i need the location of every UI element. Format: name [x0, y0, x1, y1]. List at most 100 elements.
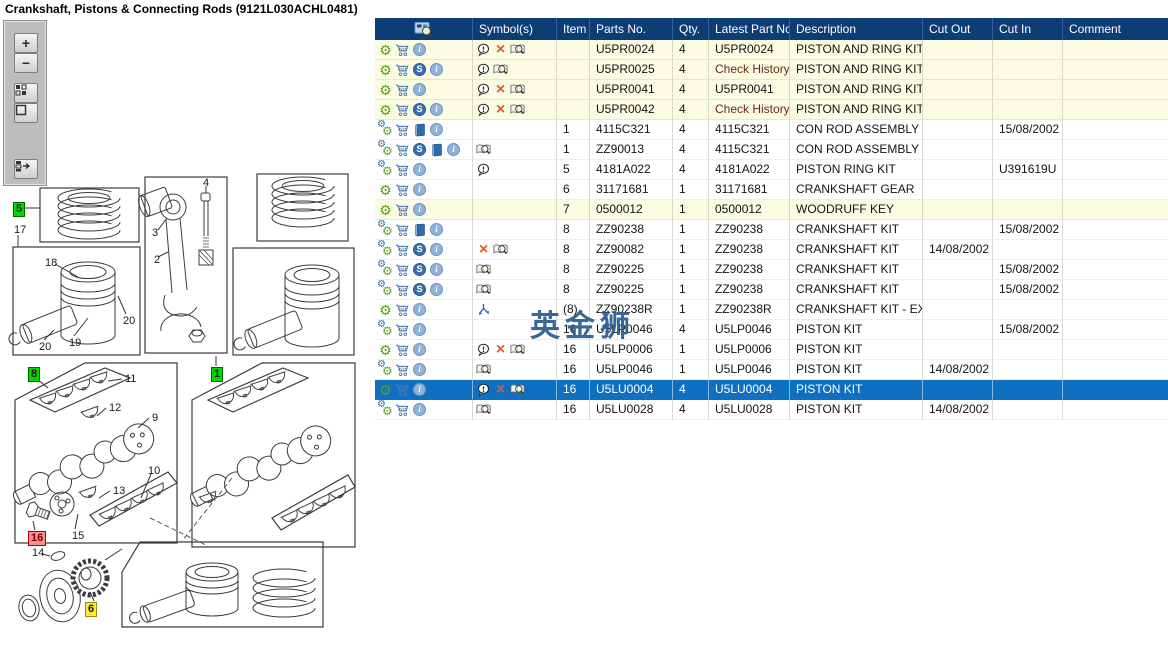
cart-icon[interactable] [395, 202, 410, 218]
cart-icon[interactable] [395, 402, 410, 418]
note-balloon-icon[interactable] [476, 162, 491, 178]
info-icon[interactable]: i [429, 242, 444, 258]
exchange-branch-icon[interactable] [476, 302, 491, 318]
catalog-lookup-icon[interactable] [476, 262, 491, 278]
cart-icon[interactable] [395, 62, 410, 78]
double-gear-icon[interactable]: ⚙⚙ [378, 222, 393, 238]
diagram-callout-6[interactable]: 6 [85, 602, 97, 617]
info-icon[interactable]: i [412, 342, 427, 358]
note-balloon-icon[interactable] [476, 62, 491, 78]
delete-x-icon[interactable]: × [493, 102, 508, 118]
info-icon[interactable]: i [429, 102, 444, 118]
info-icon[interactable]: i [429, 262, 444, 278]
diagram-callout-8[interactable]: 8 [28, 367, 40, 382]
gear-icon[interactable]: ⚙ [378, 82, 393, 98]
double-gear-icon[interactable]: ⚙⚙ [378, 402, 393, 418]
catalog-lookup-icon[interactable] [510, 42, 525, 58]
double-gear-icon[interactable]: ⚙⚙ [378, 242, 393, 258]
column-header-cut-out[interactable]: Cut Out [923, 18, 993, 40]
zoom-out-button[interactable]: − [14, 53, 38, 73]
column-header-cut-in[interactable]: Cut In [993, 18, 1063, 40]
info-icon[interactable]: i [429, 62, 444, 78]
info-icon[interactable]: i [412, 302, 427, 318]
column-header-symbols[interactable]: Symbol(s) [473, 18, 557, 40]
book-icon[interactable] [412, 122, 427, 138]
part-row[interactable]: ⚙i×U5PR00244U5PR0024PISTON AND RING KIT [375, 40, 1168, 60]
double-gear-icon[interactable]: ⚙⚙ [378, 142, 393, 158]
cart-icon[interactable] [395, 342, 410, 358]
cart-icon[interactable] [395, 162, 410, 178]
note-balloon-icon[interactable] [476, 342, 491, 358]
gear-icon[interactable]: ⚙ [378, 182, 393, 198]
cart-icon[interactable] [395, 262, 410, 278]
part-row[interactable]: ⚙i631171681131171681CRANKSHAFT GEAR [375, 180, 1168, 200]
column-header-parts-no[interactable]: Parts No. [590, 18, 673, 40]
double-gear-icon[interactable]: ⚙⚙ [378, 262, 393, 278]
info-icon[interactable]: i [429, 282, 444, 298]
info-icon[interactable]: i [429, 222, 444, 238]
note-balloon-icon[interactable] [476, 102, 491, 118]
column-header-qty[interactable]: Qty. [673, 18, 709, 40]
book-icon[interactable] [429, 142, 444, 158]
catalog-lookup-icon[interactable] [493, 242, 508, 258]
part-row[interactable]: ⚙⚙i16U5LU00284U5LU0028PISTON KIT14/08/20… [375, 400, 1168, 420]
note-balloon-icon[interactable] [476, 82, 491, 98]
part-row[interactable]: ⚙i(8)ZZ90238R1ZZ90238RCRANKSHAFT KIT - E… [375, 300, 1168, 320]
delete-x-icon[interactable]: × [493, 42, 508, 58]
cart-icon[interactable] [395, 122, 410, 138]
part-row[interactable]: ⚙i×16U5LU00044U5LU0004PISTON KIT [375, 380, 1168, 400]
cart-icon[interactable] [395, 362, 410, 378]
cart-icon[interactable] [395, 42, 410, 58]
double-gear-icon[interactable]: ⚙⚙ [378, 282, 393, 298]
catalog-lookup-icon[interactable] [510, 342, 525, 358]
catalog-lookup-icon[interactable] [476, 402, 491, 418]
s-badge-icon[interactable]: S [412, 262, 427, 278]
double-gear-icon[interactable]: ⚙⚙ [378, 122, 393, 138]
gear-icon[interactable]: ⚙ [378, 62, 393, 78]
cart-icon[interactable] [395, 82, 410, 98]
part-row[interactable]: ⚙⚙i14115C32144115C321CON ROD ASSEMBLY15/… [375, 120, 1168, 140]
column-header-description[interactable]: Description [790, 18, 923, 40]
book-icon[interactable] [412, 222, 427, 238]
catalog-lookup-icon[interactable] [510, 102, 525, 118]
catalog-lookup-icon[interactable] [476, 282, 491, 298]
double-gear-icon[interactable]: ⚙⚙ [378, 322, 393, 338]
part-row[interactable]: ⚙Si×U5PR00424Check HistoryPISTON AND RIN… [375, 100, 1168, 120]
zoom-in-button[interactable]: + [14, 33, 38, 53]
info-icon[interactable]: i [412, 202, 427, 218]
info-icon[interactable]: i [412, 402, 427, 418]
cell-latest-part-no[interactable]: Check History [709, 60, 790, 80]
s-badge-icon[interactable]: S [412, 62, 427, 78]
info-icon[interactable]: i [412, 322, 427, 338]
note-balloon-icon[interactable] [476, 382, 491, 398]
part-row[interactable]: ⚙⚙i8ZZ902381ZZ90238CRANKSHAFT KIT15/08/2… [375, 220, 1168, 240]
delete-x-icon[interactable]: × [476, 242, 491, 258]
part-row[interactable]: ⚙⚙Si1ZZ9001344115C321CON ROD ASSEMBLY [375, 140, 1168, 160]
part-row[interactable]: ⚙i×U5PR00414U5PR0041PISTON AND RING KIT [375, 80, 1168, 100]
cell-latest-part-no[interactable]: Check History [709, 100, 790, 120]
column-header-comment[interactable]: Comment [1063, 18, 1168, 40]
cart-icon[interactable] [395, 302, 410, 318]
info-icon[interactable]: i [412, 162, 427, 178]
part-row[interactable]: ⚙⚙Si8ZZ902251ZZ90238CRANKSHAFT KIT15/08/… [375, 280, 1168, 300]
diagram-callout-16[interactable]: 16 [28, 531, 46, 546]
part-row[interactable]: ⚙i×16U5LP00061U5LP0006PISTON KIT [375, 340, 1168, 360]
diagram-callout-1[interactable]: 1 [211, 367, 223, 382]
gear-icon[interactable]: ⚙ [378, 382, 393, 398]
info-icon[interactable]: i [412, 182, 427, 198]
cart-icon[interactable] [395, 182, 410, 198]
gear-icon[interactable]: ⚙ [378, 102, 393, 118]
cart-icon[interactable] [395, 102, 410, 118]
s-badge-icon[interactable]: S [412, 142, 427, 158]
info-icon[interactable]: i [446, 142, 461, 158]
column-header-image-filter[interactable] [375, 18, 473, 40]
catalog-lookup-icon[interactable] [476, 362, 491, 378]
note-balloon-icon[interactable] [476, 42, 491, 58]
s-badge-icon[interactable]: S [412, 102, 427, 118]
cart-icon[interactable] [395, 282, 410, 298]
cart-icon[interactable] [395, 322, 410, 338]
info-icon[interactable]: i [412, 362, 427, 378]
double-gear-icon[interactable]: ⚙⚙ [378, 162, 393, 178]
part-row[interactable]: ⚙i7050001210500012WOODRUFF KEY [375, 200, 1168, 220]
info-icon[interactable]: i [412, 42, 427, 58]
